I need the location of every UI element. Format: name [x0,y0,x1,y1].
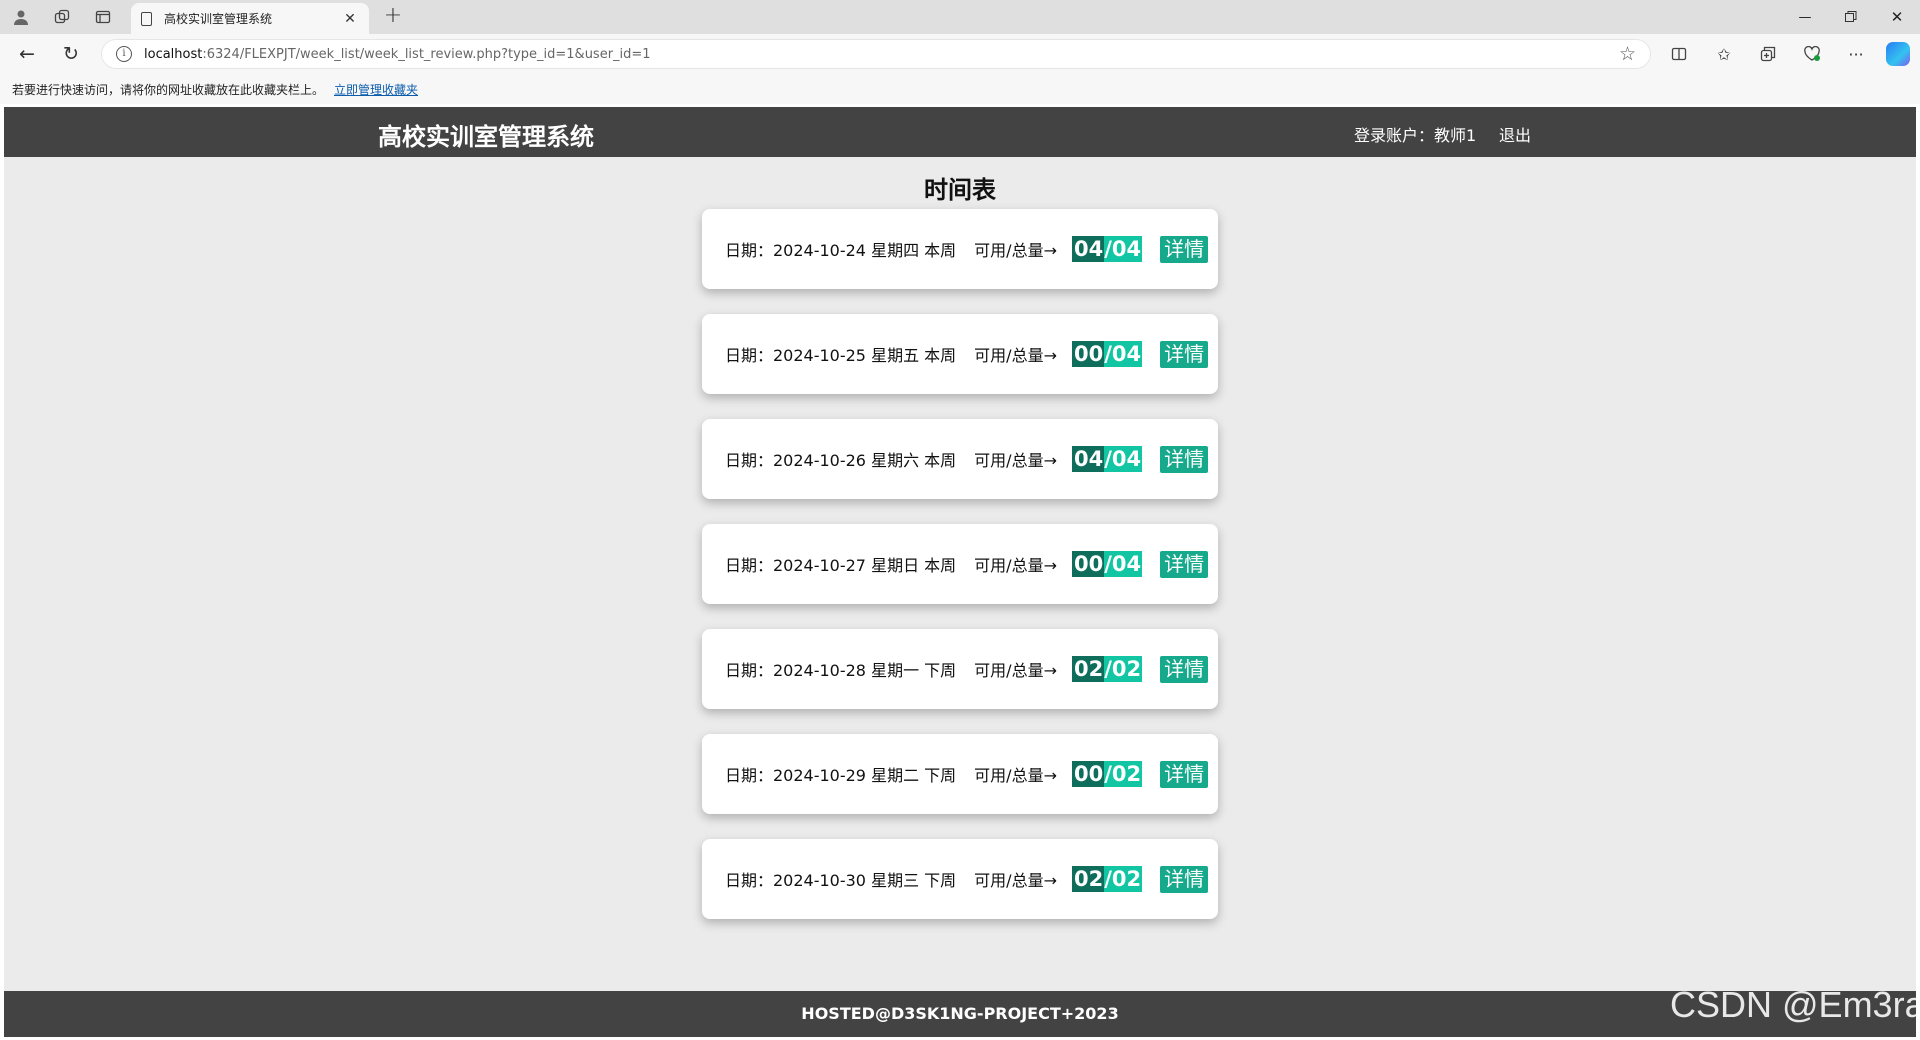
total-count: /04 [1104,446,1143,472]
schedule-card: 日期：2024-10-24 星期四 本周 可用/总量→ 04/04 详情 [702,209,1218,289]
available-count: 00 [1071,761,1105,787]
schedule-card: 日期：2024-10-28 星期一 下周 可用/总量→ 02/02 详情 [702,629,1218,709]
profile-icon[interactable] [4,4,38,30]
available-count: 04 [1071,446,1105,472]
close-tab-icon[interactable]: ✕ [341,11,359,27]
account-label: 登录账户：教师1 [1354,126,1477,145]
schedule-card: 日期：2024-10-29 星期二 下周 可用/总量→ 00/02 详情 [702,734,1218,814]
total-count: /04 [1104,551,1143,577]
schedule-date: 日期：2024-10-30 星期三 下周 [725,871,957,890]
detail-button[interactable]: 详情 [1160,655,1209,683]
workspaces-icon[interactable] [45,4,79,30]
availability-label: 可用/总量→ [974,871,1057,890]
page-icon [141,11,152,26]
back-icon[interactable]: ← [12,41,42,67]
watermark: CSDN @Em3ra [1670,984,1920,1025]
total-count: /04 [1104,341,1143,367]
site-footer: HOSTED@D3SK1NG-PROJECT+2023 [4,991,1916,1037]
total-count: /04 [1104,236,1143,262]
page-title: 时间表 [924,176,996,204]
favorite-star-icon[interactable]: ☆ [1619,43,1636,65]
new-tab-button[interactable]: + [380,4,406,30]
detail-button[interactable]: 详情 [1160,865,1209,893]
schedule-date: 日期：2024-10-26 星期六 本周 [725,451,957,470]
availability-badge: 00/04 [1071,551,1143,577]
schedule-card: 日期：2024-10-26 星期六 本周 可用/总量→ 04/04 详情 [702,419,1218,499]
address-input[interactable]: i localhost:6324/FLEXPJT/week_list/week_… [101,39,1651,69]
availability-badge: 04/04 [1071,446,1143,472]
tab-actions-icon[interactable] [86,4,120,30]
active-tab[interactable]: 高校实训室管理系统 ✕ [131,3,369,34]
site-info-icon[interactable]: i [116,46,132,62]
available-count: 04 [1071,236,1105,262]
availability-badge: 02/02 [1071,656,1143,682]
schedule-card: 日期：2024-10-25 星期五 本周 可用/总量→ 00/04 详情 [702,314,1218,394]
copilot-icon[interactable] [1886,42,1910,66]
availability-label: 可用/总量→ [974,766,1057,785]
schedule-date: 日期：2024-10-28 星期一 下周 [725,661,957,680]
site-header: 高校实训室管理系统 登录账户：教师1 退出 [4,107,1916,157]
availability-badge: 02/02 [1071,866,1143,892]
total-count: /02 [1104,761,1143,787]
site-title: 高校实训室管理系统 [378,123,594,151]
availability-badge: 00/04 [1071,341,1143,367]
total-count: /02 [1104,656,1143,682]
schedule-date: 日期：2024-10-24 星期四 本周 [725,241,957,260]
availability-label: 可用/总量→ [974,661,1057,680]
availability-badge: 04/04 [1071,236,1143,262]
schedule-card: 日期：2024-10-30 星期三 下周 可用/总量→ 02/02 详情 [702,839,1218,919]
favorites-bar: 若要进行快速访问，请将你的网址收藏放在此收藏夹栏上。 立即管理收藏夹 [0,74,1920,104]
availability-badge: 00/02 [1071,761,1143,787]
collections-icon[interactable] [1754,41,1782,67]
available-count: 02 [1071,656,1105,682]
more-options-icon[interactable]: ··· [1842,41,1870,67]
tab-title: 高校实训室管理系统 [164,12,273,26]
detail-button[interactable]: 详情 [1160,445,1209,473]
schedule-date: 日期：2024-10-25 星期五 本周 [725,346,957,365]
availability-label: 可用/总量→ [974,241,1057,260]
logout-link[interactable]: 退出 [1499,122,1531,146]
split-screen-icon[interactable] [1665,41,1693,67]
address-toolbar: ← ↻ i localhost:6324/FLEXPJT/week_list/w… [0,34,1920,74]
availability-label: 可用/总量→ [974,451,1057,470]
available-count: 00 [1071,551,1105,577]
availability-label: 可用/总量→ [974,556,1057,575]
favorites-hint: 若要进行快速访问，请将你的网址收藏放在此收藏夹栏上。 [12,82,325,97]
url-path: :6324/FLEXPJT/week_list/week_list_review… [202,46,651,62]
detail-button[interactable]: 详情 [1160,760,1209,788]
schedule-date: 日期：2024-10-27 星期日 本周 [725,556,957,575]
page-content: 高校实训室管理系统 登录账户：教师1 退出 时间表 日期：2024-10-24 … [4,107,1916,1037]
favorites-icon[interactable]: ✩ [1710,41,1738,67]
detail-button[interactable]: 详情 [1160,550,1209,578]
total-count: /02 [1104,866,1143,892]
close-window-icon[interactable]: ✕ [1874,0,1920,34]
url-host: localhost [144,46,203,62]
schedule-card: 日期：2024-10-27 星期日 本周 可用/总量→ 00/04 详情 [702,524,1218,604]
restore-icon[interactable] [1828,0,1874,34]
available-count: 00 [1071,341,1105,367]
refresh-icon[interactable]: ↻ [56,41,86,67]
schedule-date: 日期：2024-10-29 星期二 下周 [725,766,957,785]
detail-button[interactable]: 详情 [1160,235,1209,263]
detail-button[interactable]: 详情 [1160,340,1209,368]
availability-label: 可用/总量→ [974,346,1057,365]
browser-tab-bar: 高校实训室管理系统 ✕ + — ✕ [0,0,1920,34]
schedule-list: 日期：2024-10-24 星期四 本周 可用/总量→ 04/04 详情 日期：… [702,209,1218,944]
browser-essentials-icon[interactable] [1798,41,1826,67]
available-count: 02 [1071,866,1105,892]
manage-favorites-link[interactable]: 立即管理收藏夹 [334,81,418,98]
minimize-icon[interactable]: — [1782,0,1828,34]
